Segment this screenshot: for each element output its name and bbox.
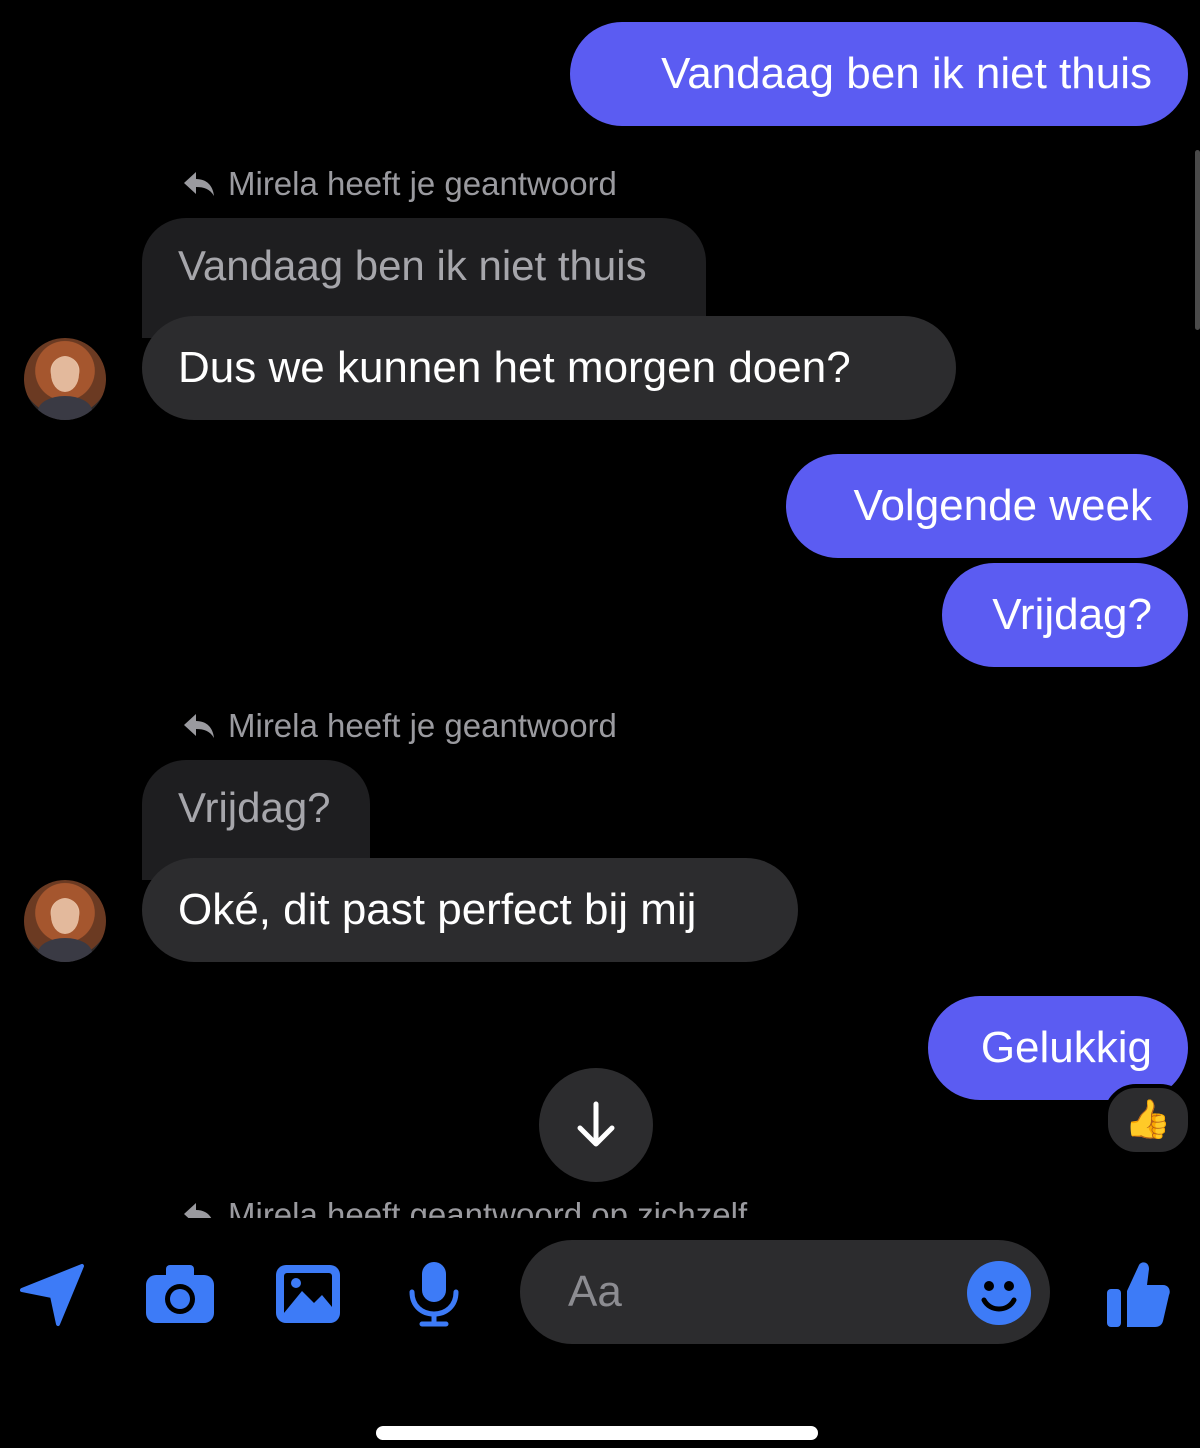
reply-note-text: Mirela heeft je geantwoord xyxy=(228,165,617,202)
microphone-button[interactable] xyxy=(398,1258,470,1330)
home-indicator[interactable] xyxy=(376,1426,818,1440)
message-input[interactable] xyxy=(566,1266,950,1318)
avatar[interactable] xyxy=(24,880,106,962)
emoji-icon xyxy=(967,1261,1031,1325)
scrollbar[interactable] xyxy=(1195,150,1200,330)
send-location-icon xyxy=(20,1264,84,1326)
arrow-down-icon xyxy=(577,1101,615,1147)
gallery-button[interactable] xyxy=(272,1258,344,1330)
send-location-button[interactable] xyxy=(16,1258,88,1330)
outgoing-message[interactable]: Volgende week xyxy=(786,454,1188,558)
outgoing-message[interactable]: Vandaag ben ik niet thuis xyxy=(570,22,1188,126)
reply-note-text: Mirela heeft geantwoord op zichzelf xyxy=(228,1196,748,1218)
reply-arrow-icon xyxy=(184,1203,212,1218)
reply-note-text: Mirela heeft je geantwoord xyxy=(228,707,617,744)
reply-indicator: Mirela heeft je geantwoord xyxy=(182,706,617,746)
camera-button[interactable] xyxy=(144,1258,216,1330)
camera-icon xyxy=(146,1265,214,1323)
emoji-button[interactable] xyxy=(966,1260,1032,1326)
reply-indicator-partial: Mirela heeft geantwoord op zichzelf xyxy=(182,1190,882,1218)
scroll-to-bottom-button[interactable] xyxy=(539,1068,653,1182)
thumbs-up-reaction-icon: 👍 xyxy=(1124,1099,1172,1141)
outgoing-message[interactable]: Vrijdag? xyxy=(942,563,1188,667)
like-button[interactable] xyxy=(1102,1258,1174,1330)
reaction-badge[interactable]: 👍 xyxy=(1104,1084,1192,1156)
gallery-icon xyxy=(276,1265,340,1323)
reply-arrow-icon xyxy=(184,714,214,738)
incoming-message[interactable]: Dus we kunnen het morgen doen? xyxy=(142,316,956,420)
thumbs-up-icon xyxy=(1107,1262,1170,1327)
avatar[interactable] xyxy=(24,338,106,420)
microphone-icon xyxy=(409,1262,459,1327)
reply-indicator: Mirela heeft je geantwoord xyxy=(182,164,617,204)
incoming-message[interactable]: Oké, dit past perfect bij mij xyxy=(142,858,798,962)
reply-arrow-icon xyxy=(184,172,214,196)
